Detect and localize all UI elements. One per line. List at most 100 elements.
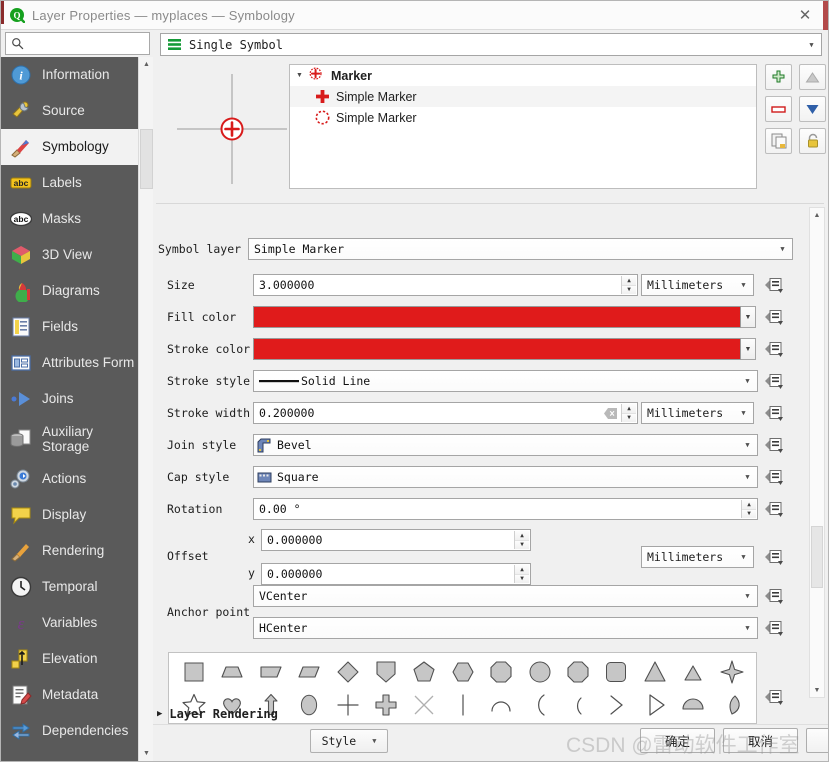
shape-circle[interactable]	[522, 655, 558, 689]
chevron-down-icon[interactable]: ▼	[739, 587, 756, 605]
shape-four-point-star[interactable]	[714, 655, 750, 689]
search-box[interactable]	[5, 32, 150, 55]
cap-style-combo[interactable]: Square ▼	[253, 466, 758, 488]
shape-equilateral-triangle[interactable]	[675, 655, 711, 689]
stroke-color-data-defined-override-icon[interactable]	[763, 339, 785, 359]
chevron-down-icon[interactable]: ▼	[774, 240, 791, 258]
apply-button[interactable]: 应用	[806, 728, 828, 753]
sidebar-item-symbology[interactable]: Symbology	[1, 129, 138, 165]
sidebar-item-elevation[interactable]: Elevation	[1, 641, 138, 677]
scroll-down-icon[interactable]: ▼	[139, 746, 154, 761]
sidebar-item-joins[interactable]: Joins	[1, 381, 138, 417]
sidebar-item-diagrams[interactable]: Diagrams	[1, 273, 138, 309]
shape-quarter-arc-left[interactable]	[522, 688, 558, 722]
sidebar-scroll-thumb[interactable]	[140, 129, 153, 189]
shape-right-triangle-open[interactable]	[637, 688, 673, 722]
style-button[interactable]: Style ▼	[310, 729, 388, 753]
shape-x-cross[interactable]	[406, 688, 442, 722]
symbol-layer-tree[interactable]: ▼ Marker Simple Marker Simple Marker	[289, 64, 757, 189]
shape-trapezoid[interactable]	[214, 655, 250, 689]
shape-quarter-arc-right[interactable]	[560, 688, 596, 722]
lock-layer-button[interactable]	[799, 128, 826, 154]
scroll-down-icon[interactable]: ▼	[810, 683, 824, 697]
cancel-button[interactable]: 取消	[723, 728, 798, 753]
size-unit-combo[interactable]: Millimeters ▼	[641, 274, 754, 296]
duplicate-symbol-layer-button[interactable]	[765, 128, 792, 154]
cap-style-data-defined-override-icon[interactable]	[763, 467, 785, 487]
size-data-defined-override-icon[interactable]	[763, 275, 785, 295]
shape-shield[interactable]	[368, 655, 404, 689]
shape-angled-arrow[interactable]	[598, 688, 634, 722]
shape-pentagon[interactable]	[406, 655, 442, 689]
chevron-down-icon[interactable]: ▼	[739, 436, 756, 454]
ok-button[interactable]: 确定	[640, 728, 715, 753]
shape-triangle[interactable]	[637, 655, 673, 689]
properties-scrollbar[interactable]: ▲ ▼	[809, 207, 825, 698]
offset-y-stepper[interactable]: ▲ ▼	[514, 565, 529, 583]
sidebar-item-dependencies[interactable]: Dependencies	[1, 713, 138, 749]
move-down-button[interactable]	[799, 96, 826, 122]
shape-rounded-square[interactable]	[598, 655, 634, 689]
rotation-input[interactable]: 0.00 ° ▲ ▼	[253, 498, 758, 520]
chevron-down-icon[interactable]: ▼	[739, 372, 756, 390]
offset-x-stepper[interactable]: ▲ ▼	[514, 531, 529, 549]
shape-diamond[interactable]	[330, 655, 366, 689]
move-up-button[interactable]	[799, 64, 826, 90]
sidebar-scrollbar[interactable]: ▲ ▼	[138, 57, 153, 761]
anchor-point-horizontal-data-defined-override-icon[interactable]	[763, 618, 785, 638]
symbol-tree-row[interactable]: ▼ Marker	[290, 65, 756, 86]
shape-half-disc[interactable]	[675, 688, 711, 722]
symbol-layer-type-combo[interactable]: Simple Marker ▼	[248, 238, 793, 260]
chevron-down-icon[interactable]: ▼	[739, 468, 756, 486]
stroke-width-unit-combo[interactable]: Millimeters ▼	[641, 402, 754, 424]
chevron-down-icon[interactable]: ▼	[735, 548, 752, 566]
renderer-type-combo[interactable]: Single Symbol ▼	[160, 33, 822, 56]
offset-unit-combo[interactable]: Millimeters ▼	[641, 546, 754, 568]
chevron-down-icon[interactable]: ▼	[735, 276, 752, 294]
symbol-tree-row[interactable]: Simple Marker	[290, 86, 756, 107]
properties-scroll-thumb[interactable]	[811, 526, 823, 588]
add-symbol-layer-button[interactable]	[765, 64, 792, 90]
shape-ellipse[interactable]	[291, 688, 327, 722]
offset-y-input[interactable]: 0.000000 ▲ ▼	[261, 563, 531, 585]
sidebar-item-display[interactable]: Display	[1, 497, 138, 533]
stroke-width-stepper[interactable]: ▲ ▼	[621, 404, 636, 422]
sidebar-item-variables[interactable]: ε Variables	[1, 605, 138, 641]
clear-icon[interactable]	[604, 407, 617, 420]
shape-parallelogram-right[interactable]	[253, 655, 289, 689]
sidebar-item-actions[interactable]: Actions	[1, 461, 138, 497]
remove-symbol-layer-button[interactable]	[765, 96, 792, 122]
stroke-style-data-defined-override-icon[interactable]	[763, 371, 785, 391]
search-input[interactable]	[28, 35, 146, 52]
chevron-down-icon[interactable]: ▼	[735, 404, 752, 422]
shape-data-defined-override-icon[interactable]	[763, 687, 785, 707]
shape-parallelogram-left[interactable]	[291, 655, 327, 689]
size-stepper[interactable]: ▲ ▼	[621, 276, 636, 294]
shape-rounded-octagon[interactable]	[560, 655, 596, 689]
fill-color-swatch[interactable]	[253, 306, 741, 328]
anchor-point-horizontal-combo[interactable]: HCenter ▼	[253, 617, 758, 639]
scroll-up-icon[interactable]: ▲	[139, 57, 154, 72]
shape-octagon[interactable]	[483, 655, 519, 689]
fill-color-data-defined-override-icon[interactable]	[763, 307, 785, 327]
sidebar-item-temporal[interactable]: Temporal	[1, 569, 138, 605]
sidebar-item-source[interactable]: Source	[1, 93, 138, 129]
anchor-point-vertical-data-defined-override-icon[interactable]	[763, 586, 785, 606]
shape-line[interactable]	[445, 688, 481, 722]
sidebar-item-masks[interactable]: abc Masks	[1, 201, 138, 237]
chevron-down-icon[interactable]: ▼	[739, 619, 756, 637]
join-style-combo[interactable]: Bevel ▼	[253, 434, 758, 456]
sidebar-item-labels[interactable]: abc Labels	[1, 165, 138, 201]
sidebar-item-metadata[interactable]: Metadata	[1, 677, 138, 713]
sidebar-item-attributes-form[interactable]: Attributes Form	[1, 345, 138, 381]
shape-square[interactable]	[176, 655, 212, 689]
rotation-data-defined-override-icon[interactable]	[763, 499, 785, 519]
chevron-down-icon[interactable]: ▼	[296, 72, 309, 79]
size-input[interactable]: 3.000000 ▲ ▼	[253, 274, 638, 296]
stroke-style-combo[interactable]: Solid Line ▼	[253, 370, 758, 392]
shape-hexagon[interactable]	[445, 655, 481, 689]
stroke-color-dropdown-icon[interactable]: ▼	[741, 338, 756, 360]
shape-cross-fill[interactable]	[368, 688, 404, 722]
sidebar-item-information[interactable]: i Information	[1, 57, 138, 93]
shape-half-arc[interactable]	[483, 688, 519, 722]
